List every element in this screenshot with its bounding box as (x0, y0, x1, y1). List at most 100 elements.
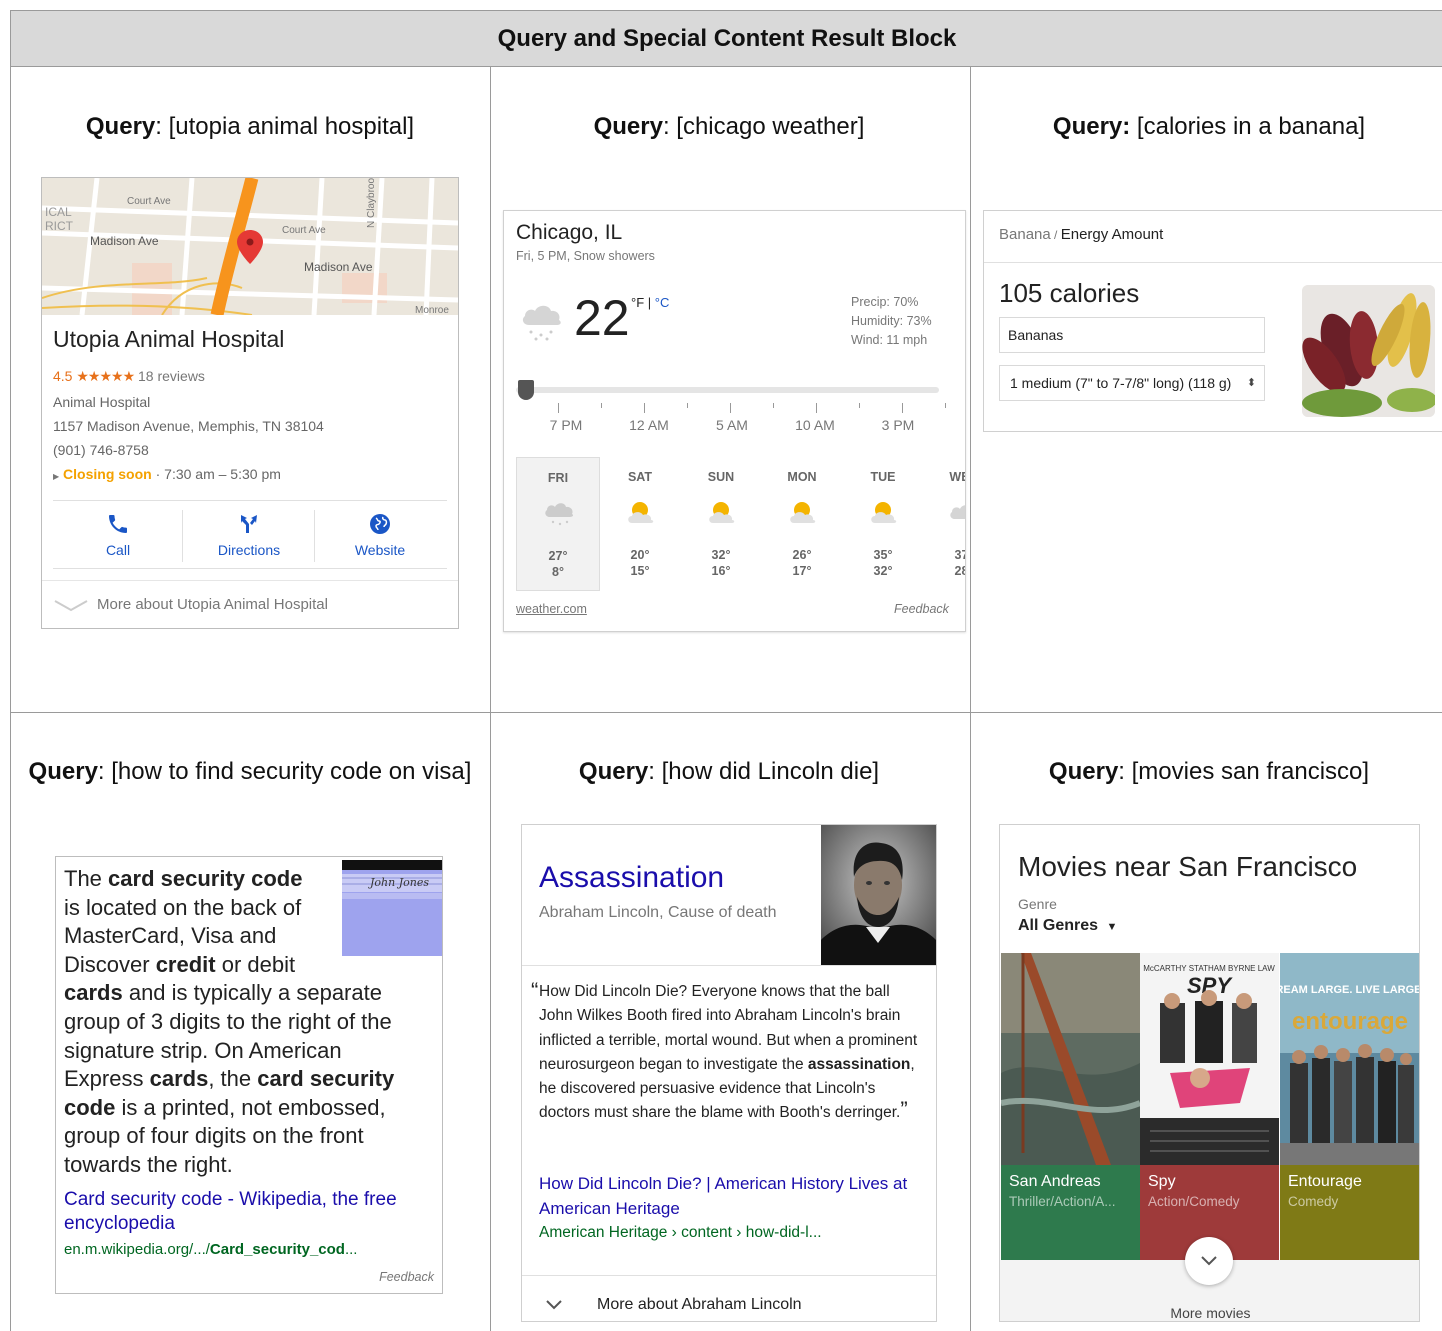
source-link[interactable]: How Did Lincoln Die? | American History … (539, 1171, 924, 1221)
hour-label: 10 AM (795, 417, 835, 433)
forecast-day-fri[interactable]: FRI 27° 8° (516, 457, 600, 591)
map-street-label: Madison Ave (90, 234, 159, 248)
query-label: Query: (1052, 113, 1131, 140)
weather-condition: Fri, 5 PM, Snow showers (516, 249, 655, 263)
hour-tick (773, 403, 774, 408)
column-divider (490, 67, 491, 1331)
movie-genres: Thriller/Action/A... (1009, 1194, 1116, 1209)
directions-button[interactable]: Directions (199, 512, 299, 558)
movie-poster-entourage[interactable]: DREAM LARGE. LIVE LARGER. entourage (1280, 953, 1419, 1165)
poster-tagline: DREAM LARGE. LIVE LARGER. (1280, 984, 1419, 996)
expand-button[interactable] (1185, 1237, 1233, 1285)
chevron-down-icon (1201, 1256, 1217, 1266)
breadcrumb: Banana / Energy Amount (999, 226, 1163, 243)
hour-label: 5 AM (716, 417, 748, 433)
business-hours[interactable]: ▶ Closing soon · 7:30 am – 5:30 pm (53, 466, 281, 482)
movie-name: Spy (1148, 1173, 1176, 1190)
directions-icon (241, 515, 257, 533)
day-high: 20° (630, 548, 650, 562)
hour-label: 7 PM (549, 417, 583, 433)
wind: Wind: 11 mph (851, 333, 928, 347)
more-about-link[interactable]: More about Utopia Animal Hospital (42, 580, 458, 628)
cloud-icon (950, 505, 965, 519)
query-heading-weather: Query: [chicago weather] (499, 112, 959, 142)
website-button[interactable]: Website (330, 512, 430, 558)
snippet-link[interactable]: Card security code - Wikipedia, the free… (64, 1188, 434, 1236)
chevron-down-icon (54, 600, 88, 612)
feedback-link[interactable]: Feedback (379, 1270, 434, 1284)
genre-dropdown[interactable]: All Genres ▼ (1018, 917, 1117, 935)
movie-poster-spy[interactable]: McCARTHY STATHAM BYRNE LAW SPY (1140, 953, 1279, 1165)
hour-tick (730, 403, 731, 413)
review-count[interactable]: 18 reviews (138, 368, 205, 384)
unit-celsius[interactable]: °C (655, 295, 670, 310)
more-about-link[interactable]: More about Abraham Lincoln (522, 1275, 936, 1321)
directions-label: Directions (217, 542, 281, 558)
answer-title[interactable]: Assassination (539, 861, 724, 895)
action-separator (314, 510, 315, 562)
forecast-day-sat[interactable]: SAT 20° 15° (598, 457, 682, 591)
day-high: 37° (954, 548, 965, 562)
feedback-link[interactable]: Feedback (894, 602, 949, 616)
business-name[interactable]: Utopia Animal Hospital (53, 326, 284, 353)
call-button[interactable]: Call (68, 512, 168, 558)
forecast-day-tue[interactable]: TUE 35° 32° (841, 457, 925, 591)
map-thumbnail[interactable]: Court Ave Court Ave Madison Ave Madison … (42, 178, 458, 315)
hour-label: 12 AM (629, 417, 669, 433)
source-url: American Heritage › content › how-did-l.… (539, 1224, 822, 1241)
serving-value: 1 medium (7" to 7-7/8" long) (118 g) (1010, 375, 1232, 391)
business-category: Animal Hospital (53, 394, 151, 410)
day-low: 8° (552, 565, 564, 579)
hour-tick (601, 403, 602, 408)
table-title: Query and Special Content Result Block (497, 24, 957, 52)
partly-sunny-icon (790, 502, 816, 523)
breadcrumb-item[interactable]: Banana (999, 226, 1051, 243)
serving-select[interactable]: 1 medium (7" to 7-7/8" long) (118 g) ⬍ (999, 365, 1265, 401)
movies-card: Movies near San Francisco Genre All Genr… (999, 824, 1420, 1322)
lincoln-portrait[interactable] (821, 825, 936, 965)
hourly-slider-track[interactable] (516, 387, 939, 393)
banana-image (1302, 285, 1435, 417)
updown-arrow-icon: ⬍ (1246, 377, 1256, 389)
unit-toggle[interactable]: °F | °C (631, 295, 669, 310)
divider (522, 965, 936, 966)
answer-subtitle: Abraham Lincoln, Cause of death (539, 904, 777, 921)
unit-fahrenheit[interactable]: °F | (631, 295, 655, 310)
more-movies-link[interactable]: More movies (1000, 1305, 1419, 1321)
nutrition-card: Banana / Energy Amount 105 calories Bana… (983, 210, 1442, 432)
hour-tick (687, 403, 688, 408)
day-name: TUE (870, 470, 896, 484)
map-area-label: RICT (45, 219, 74, 233)
map-street-label: Court Ave (282, 225, 326, 236)
day-high: 26° (792, 548, 812, 562)
partly-sunny-icon (709, 502, 735, 523)
knowledge-answer-card: Assassination Abraham Lincoln, Cause of … (521, 824, 937, 1322)
movie-info-san-andreas[interactable]: San Andreas Thriller/Action/A... (1001, 1165, 1140, 1260)
table-header: Query and Special Content Result Block (11, 11, 1442, 67)
hourly-slider-handle[interactable] (518, 380, 534, 400)
query-heading-nutrition: Query: [calories in a banana] (979, 112, 1439, 142)
query-text: [calories in a banana] (1130, 113, 1366, 140)
query-label: Query (578, 758, 649, 785)
movie-info-entourage[interactable]: Entourage Comedy (1280, 1165, 1419, 1260)
query-text: : [how did Lincoln die] (648, 758, 880, 785)
food-input[interactable]: Bananas (999, 317, 1265, 353)
day-high: 35° (873, 548, 893, 562)
hour-tick (644, 403, 645, 413)
breadcrumb-separator: / (1050, 228, 1061, 242)
weather-source-link[interactable]: weather.com (516, 602, 587, 616)
call-label: Call (105, 542, 131, 558)
action-separator (182, 510, 183, 562)
query-heading-security: Query: [how to find security code on vis… (20, 757, 480, 787)
hour-tick (816, 403, 817, 413)
map-street-label: N Claybrook (366, 178, 377, 228)
forecast-day-wed[interactable]: WED 37° 28° (922, 457, 965, 591)
divider (53, 500, 447, 501)
featured-snippet-card: John Jones The card security code is loc… (55, 856, 443, 1294)
movie-poster-san-andreas[interactable] (1001, 953, 1140, 1165)
forecast-day-sun[interactable]: SUN 32° 16° (679, 457, 763, 591)
hour-tick (859, 403, 860, 408)
forecast-day-mon[interactable]: MON 26° 17° (760, 457, 844, 591)
hour-tick (558, 403, 559, 413)
movie-name: Entourage (1288, 1173, 1362, 1190)
